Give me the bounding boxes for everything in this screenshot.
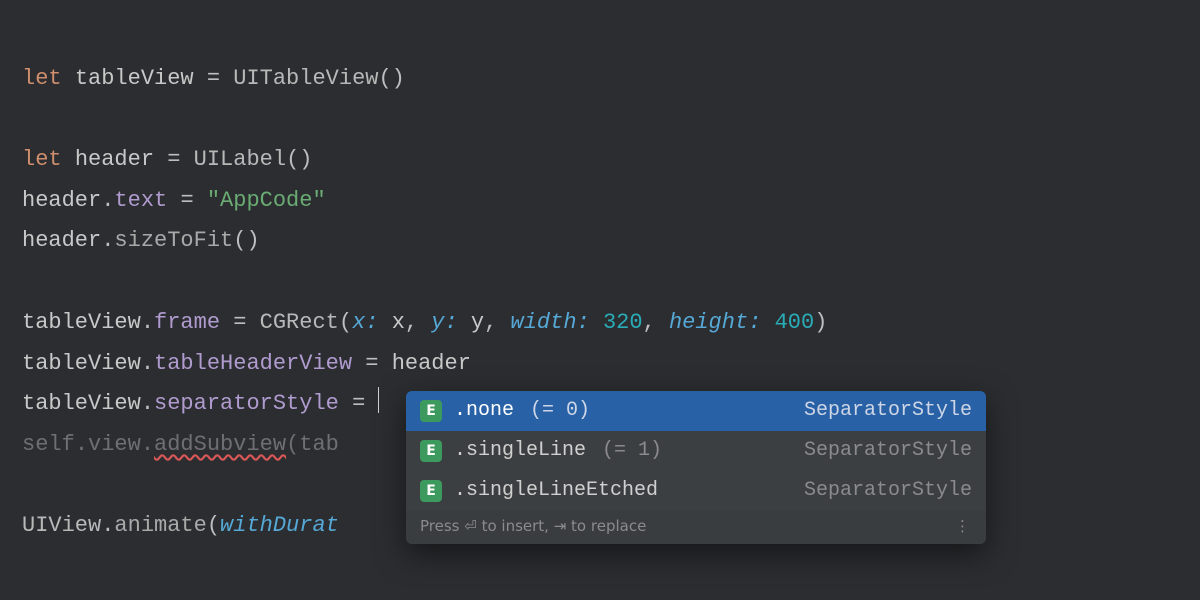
property: tableHeaderView <box>154 351 352 376</box>
completion-hint-text: Press ⏎ to insert, ⇥ to replace <box>420 519 646 534</box>
type: CGRect <box>260 310 339 335</box>
dot: . <box>141 391 154 416</box>
property: separatorStyle <box>154 391 339 416</box>
identifier: tableView <box>75 66 194 91</box>
operator: = <box>365 351 378 376</box>
enum-badge-icon: E <box>420 440 442 462</box>
type: UIView <box>22 513 101 538</box>
completion-type: SeparatorStyle <box>804 441 972 461</box>
completion-footer: Press ⏎ to insert, ⇥ to replace ⋮ <box>406 511 986 544</box>
completion-name: .singleLineEtched <box>454 481 658 501</box>
text-cursor <box>378 387 379 413</box>
dot: . <box>101 228 114 253</box>
operator: = <box>207 66 220 91</box>
property: text <box>114 188 167 213</box>
dot: . <box>141 351 154 376</box>
completion-type: SeparatorStyle <box>804 481 972 501</box>
paren-open: ( <box>207 513 220 538</box>
completion-item[interactable]: E .none (= 0) SeparatorStyle <box>406 391 986 431</box>
arg-partial: tab <box>299 432 339 457</box>
operator: = <box>167 147 180 172</box>
identifier: header <box>22 188 101 213</box>
identifier: tableView <box>22 391 141 416</box>
code-editor[interactable]: let tableView = UITableView() let header… <box>0 0 1200 600</box>
completion-item[interactable]: E .singleLineEtched SeparatorStyle <box>406 471 986 511</box>
method-call: animate <box>114 513 206 538</box>
type: UITableView <box>233 66 378 91</box>
completion-name: .none <box>454 401 514 421</box>
number-literal: 400 <box>775 310 815 335</box>
enum-badge-icon: E <box>420 480 442 502</box>
arg-label: width: <box>511 310 590 335</box>
completion-value-hint: (= 1) <box>602 441 662 461</box>
comma: , <box>484 310 497 335</box>
keyword: let <box>22 147 62 172</box>
type: UILabel <box>194 147 286 172</box>
arg-label-partial: withDurat <box>220 513 339 538</box>
method-call: sizeToFit <box>114 228 233 253</box>
comma: , <box>643 310 656 335</box>
arg-value: x <box>392 310 405 335</box>
operator: = <box>233 310 246 335</box>
parens: () <box>233 228 259 253</box>
paren-open: ( <box>339 310 352 335</box>
parens: () <box>286 147 312 172</box>
dot: . <box>75 432 88 457</box>
arg-label: x: <box>352 310 378 335</box>
operator: = <box>352 391 365 416</box>
completion-name: .singleLine <box>454 441 586 461</box>
completion-popup[interactable]: E .none (= 0) SeparatorStyle E .singleLine (= … <box>406 391 986 544</box>
method-call-error: addSubview <box>154 432 286 457</box>
identifier: tableView <box>22 310 141 335</box>
completion-item[interactable]: E .singleLine (= 1) SeparatorStyle <box>406 431 986 471</box>
identifier: header <box>22 228 101 253</box>
paren-open: ( <box>286 432 299 457</box>
arg-label: height: <box>669 310 761 335</box>
keyword-self: self <box>22 432 75 457</box>
property: frame <box>154 310 220 335</box>
more-icon[interactable]: ⋮ <box>955 519 972 534</box>
identifier: tableView <box>22 351 141 376</box>
number-literal: 320 <box>603 310 643 335</box>
property: view <box>88 432 141 457</box>
dot: . <box>141 310 154 335</box>
arg-label: y: <box>431 310 457 335</box>
keyword: let <box>22 66 62 91</box>
enum-badge-icon: E <box>420 400 442 422</box>
dot: . <box>101 188 114 213</box>
completion-value-hint: (= 0) <box>530 401 590 421</box>
identifier: header <box>75 147 154 172</box>
completion-type: SeparatorStyle <box>804 401 972 421</box>
identifier: header <box>392 351 471 376</box>
paren-close: ) <box>814 310 827 335</box>
operator: = <box>180 188 193 213</box>
dot: . <box>101 513 114 538</box>
comma: , <box>405 310 418 335</box>
dot: . <box>141 432 154 457</box>
string-literal: "AppCode" <box>207 188 326 213</box>
arg-value: y <box>471 310 484 335</box>
parens: () <box>378 66 404 91</box>
